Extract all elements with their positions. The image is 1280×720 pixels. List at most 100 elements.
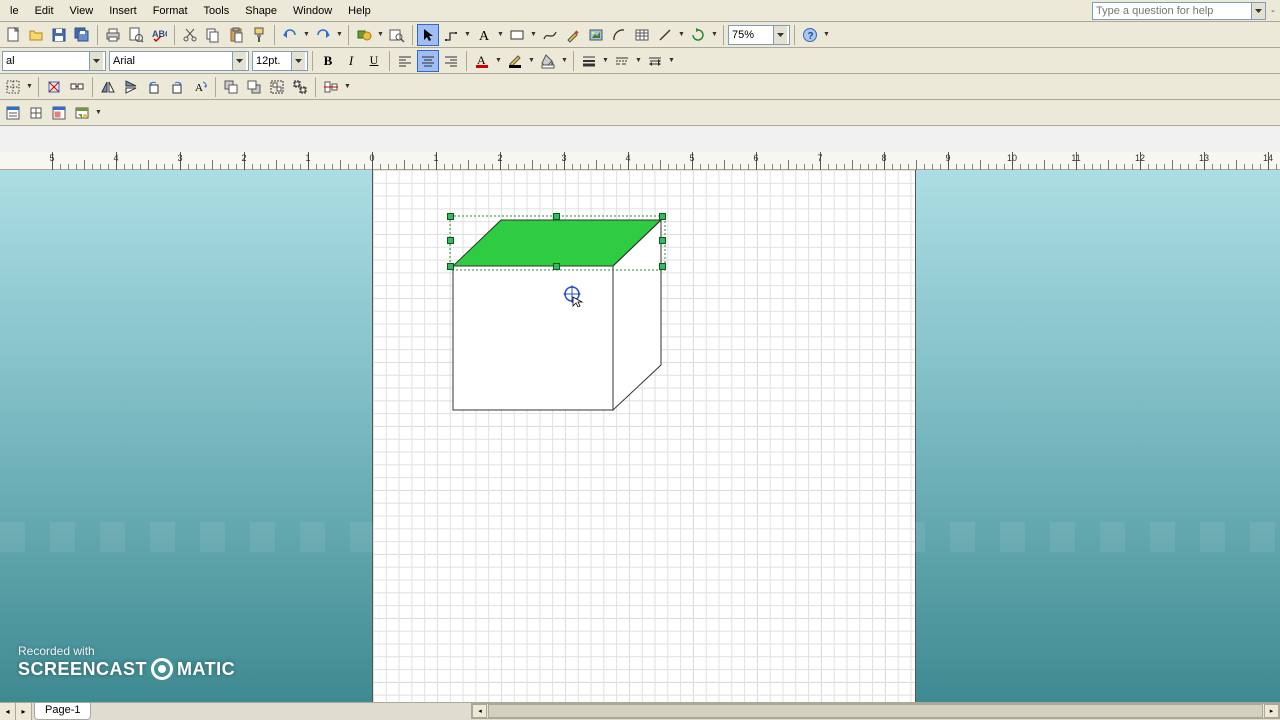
ink-tool-button[interactable] <box>562 24 584 46</box>
font-color-button[interactable]: A <box>471 50 493 72</box>
connector-tool-button[interactable] <box>440 24 462 46</box>
group-button[interactable] <box>266 76 288 98</box>
copy-button[interactable] <box>202 24 224 46</box>
rotate-button[interactable] <box>687 24 709 46</box>
zoom-combo[interactable] <box>728 25 790 45</box>
line-ends-dropdown[interactable]: ▼ <box>668 57 676 64</box>
font-combo[interactable] <box>109 51 249 71</box>
line-dropdown[interactable]: ▼ <box>678 31 686 38</box>
horizontal-scrollbar[interactable]: ◂ ▸ <box>471 703 1280 719</box>
new-button[interactable] <box>2 24 24 46</box>
drawing-explorer-button[interactable] <box>2 102 24 124</box>
save-button[interactable] <box>48 24 70 46</box>
menu-file[interactable]: le <box>2 2 27 20</box>
menu-view[interactable]: View <box>62 2 102 20</box>
line-weight-button[interactable] <box>578 50 600 72</box>
menu-shape[interactable]: Shape <box>237 2 285 20</box>
help-button[interactable]: ? <box>799 24 821 46</box>
selection-handle[interactable] <box>447 263 454 270</box>
snap-glue-button[interactable] <box>43 76 65 98</box>
fontsize-dropdown[interactable] <box>291 52 305 70</box>
open-button[interactable] <box>25 24 47 46</box>
align-shapes-button[interactable] <box>320 76 342 98</box>
line-weight-dropdown[interactable]: ▼ <box>602 57 610 64</box>
find-button[interactable] <box>386 24 408 46</box>
undo-dropdown[interactable]: ▼ <box>303 31 311 38</box>
italic-button[interactable]: I <box>340 50 362 72</box>
print-button[interactable] <box>102 24 124 46</box>
pointer-tool-button[interactable] <box>417 24 439 46</box>
insert-table-button[interactable] <box>631 24 653 46</box>
size-position-button[interactable] <box>25 102 47 124</box>
tab-nav-first[interactable]: ◂ <box>0 703 16 720</box>
print-preview-button[interactable] <box>125 24 147 46</box>
selection-handle[interactable] <box>659 213 666 220</box>
rotate-dropdown[interactable]: ▼ <box>711 31 719 38</box>
rotate-left-button[interactable] <box>143 76 165 98</box>
cut-button[interactable] <box>179 24 201 46</box>
snap-grid-button[interactable] <box>2 76 24 98</box>
fill-color-button[interactable] <box>537 50 559 72</box>
line-color-button[interactable] <box>504 50 526 72</box>
paste-button[interactable] <box>225 24 247 46</box>
selection-handle[interactable] <box>659 263 666 270</box>
menu-edit[interactable]: Edit <box>27 2 62 20</box>
selection-handle[interactable] <box>553 213 560 220</box>
shapes-button[interactable] <box>353 24 375 46</box>
style-dropdown[interactable] <box>89 52 103 70</box>
line-color-dropdown[interactable]: ▼ <box>528 57 536 64</box>
ungroup-button[interactable] <box>289 76 311 98</box>
style-input[interactable] <box>3 52 89 70</box>
fontsize-input[interactable] <box>253 52 291 70</box>
selection-handle[interactable] <box>659 237 666 244</box>
selection-handle[interactable] <box>447 237 454 244</box>
scroll-left-button[interactable]: ◂ <box>472 704 487 718</box>
dynamic-grid-button[interactable] <box>66 76 88 98</box>
page-tab[interactable]: Page-1 <box>34 703 91 720</box>
line-tool-button[interactable] <box>654 24 676 46</box>
align-right-button[interactable] <box>440 50 462 72</box>
menu-window[interactable]: Window <box>285 2 340 20</box>
fontsize-combo[interactable] <box>252 51 308 71</box>
rectangle-tool-button[interactable] <box>506 24 528 46</box>
line-pattern-dropdown[interactable]: ▼ <box>635 57 643 64</box>
pan-zoom-button[interactable] <box>48 102 70 124</box>
rotate-text-button[interactable]: A <box>189 76 211 98</box>
flip-vertical-button[interactable] <box>120 76 142 98</box>
fill-color-dropdown[interactable]: ▼ <box>561 57 569 64</box>
font-dropdown[interactable] <box>232 52 246 70</box>
underline-button[interactable]: U <box>363 50 385 72</box>
close-button[interactable]: - <box>1268 0 1278 22</box>
align-center-button[interactable] <box>417 50 439 72</box>
drawing-page[interactable] <box>372 170 916 702</box>
shapes-dropdown[interactable]: ▼ <box>377 31 385 38</box>
menu-insert[interactable]: Insert <box>101 2 145 20</box>
freeform-tool-button[interactable] <box>539 24 561 46</box>
line-ends-button[interactable] <box>644 50 666 72</box>
text-tool-dropdown[interactable]: ▼ <box>497 31 505 38</box>
format-painter-button[interactable] <box>248 24 270 46</box>
text-tool-button[interactable]: A <box>473 24 495 46</box>
help-dropdown[interactable]: ▼ <box>823 31 831 38</box>
selection-handle[interactable] <box>447 213 454 220</box>
redo-dropdown[interactable]: ▼ <box>336 31 344 38</box>
undo-button[interactable] <box>279 24 301 46</box>
style-combo[interactable] <box>2 51 106 71</box>
menu-tools[interactable]: Tools <box>196 2 238 20</box>
zoom-input[interactable] <box>729 26 773 44</box>
connector-dropdown[interactable]: ▼ <box>464 31 472 38</box>
autoshapes-button[interactable] <box>608 24 630 46</box>
align-left-button[interactable] <box>394 50 416 72</box>
help-search-dropdown[interactable] <box>1252 2 1266 20</box>
save-all-button[interactable] <box>71 24 93 46</box>
scroll-thumb[interactable] <box>488 704 1263 718</box>
menu-format[interactable]: Format <box>145 2 196 20</box>
zoom-dropdown[interactable] <box>773 26 787 44</box>
rotate-right-button[interactable] <box>166 76 188 98</box>
selection-handle[interactable] <box>553 263 560 270</box>
scroll-right-button[interactable]: ▸ <box>1264 704 1279 718</box>
redo-button[interactable] <box>312 24 334 46</box>
flip-horizontal-button[interactable] <box>97 76 119 98</box>
line-pattern-button[interactable] <box>611 50 633 72</box>
font-input[interactable] <box>110 52 232 70</box>
